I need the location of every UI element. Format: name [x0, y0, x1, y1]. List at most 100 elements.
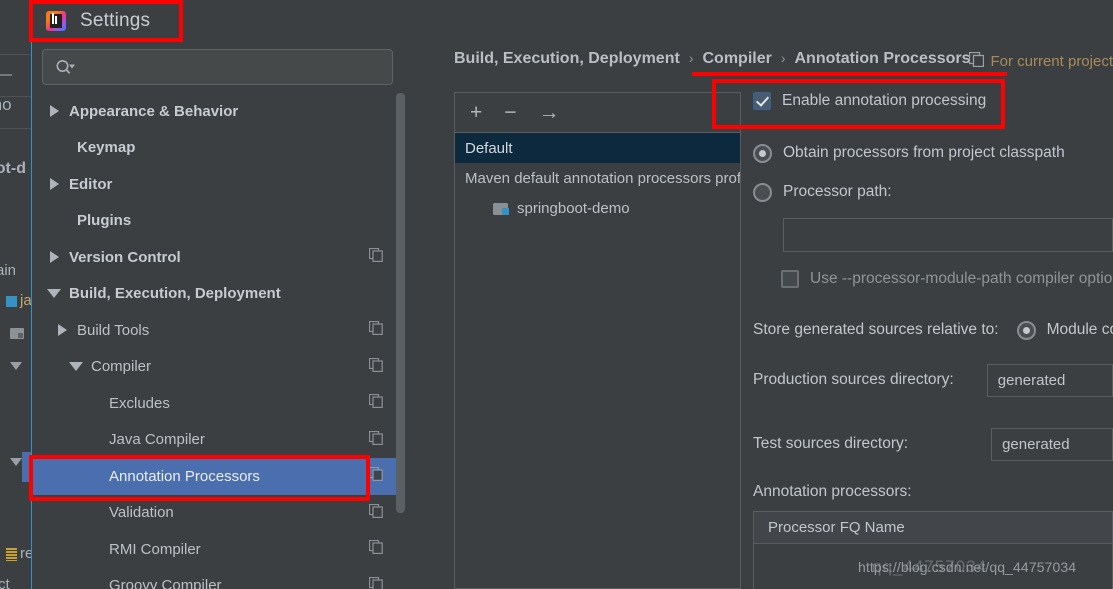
obtain-from-classpath-label: Obtain processors from project classpath [783, 144, 1065, 161]
copy-icon [368, 321, 383, 339]
sidebar-item-rmi-compiler[interactable]: RMI Compiler [32, 531, 405, 568]
use-processor-module-path-checkbox[interactable] [781, 270, 799, 288]
pane-divider[interactable] [405, 41, 415, 589]
breadcrumb-separator-icon: › [780, 50, 786, 66]
sidebar-item-java-compiler[interactable]: Java Compiler [32, 422, 405, 459]
profile-list-item-label: Default [465, 139, 513, 157]
sidebar-item-label: Build Tools [77, 321, 150, 339]
breadcrumb-item-1[interactable]: Compiler [702, 50, 771, 68]
profile-list-item-label: springboot-demo [517, 199, 630, 217]
sidebar-item-label: Plugins [77, 212, 132, 230]
use-processor-module-path-row[interactable]: Use --processor-module-path compiler opt… [781, 264, 1113, 294]
tree-arrow-slot [50, 324, 74, 337]
search-input[interactable] [81, 59, 392, 75]
search-icon [55, 59, 75, 75]
enable-annotation-processing-label: Enable annotation processing [782, 92, 987, 109]
processor-path-input[interactable] [783, 218, 1113, 252]
annotation-processors-table[interactable]: Processor FQ Name [753, 511, 1113, 589]
copy-icon [969, 51, 985, 71]
copy-icon [368, 467, 383, 485]
tree-scrollbar[interactable] [396, 93, 405, 589]
sidebar-item-plugins[interactable]: Plugins [32, 203, 405, 240]
copy-icon [368, 540, 383, 558]
sidebar-item-build-tools[interactable]: Build Tools [32, 312, 405, 349]
tree-arrow-slot [42, 105, 66, 118]
sidebar-item-version-control[interactable]: Version Control [32, 239, 405, 276]
sidebar-item-appearance-behavior[interactable]: Appearance & Behavior [32, 93, 405, 130]
chevron-right-icon[interactable] [49, 178, 59, 191]
obtain-from-classpath-radio[interactable] [753, 143, 772, 163]
tree-scrollbar-thumb[interactable] [396, 93, 405, 513]
sidebar-item-label: Groovy Compiler [109, 577, 222, 589]
profiles-panel: + − → Default Maven default annotation pr… [454, 92, 741, 589]
obtain-from-classpath-row[interactable]: Obtain processors from project classpath [753, 138, 1113, 168]
bg-fragment-ct: ct [0, 576, 10, 589]
chevron-down-icon[interactable] [47, 289, 61, 299]
search-box[interactable] [42, 49, 393, 85]
chevron-right-icon[interactable] [57, 324, 67, 337]
settings-tree: Appearance & Behavior Keymap Editor Plugins… [32, 93, 405, 589]
profile-list-item[interactable]: springboot-demo [455, 193, 740, 223]
profile-list-item-label: Maven default annotation processors prof… [465, 169, 740, 187]
sidebar-item-editor[interactable]: Editor [32, 166, 405, 203]
sidebar-item-groovy-compiler[interactable]: Groovy Compiler [32, 568, 405, 589]
copy-icon [368, 357, 383, 376]
chevron-down-icon[interactable] [69, 362, 83, 372]
annotation-processors-label: Annotation processors: [753, 483, 912, 500]
bg-fragment-boot: oot-d [0, 160, 26, 177]
settings-dialog: Settings Appearance & Behavior Keymap Edit… [32, 0, 1113, 589]
copy-icon [368, 394, 383, 412]
sidebar-item-label: Validation [109, 504, 174, 522]
store-relative-module-label: Module content root [1046, 321, 1113, 338]
processor-path-label: Processor path: [783, 183, 892, 200]
tree-arrow-slot [42, 289, 66, 299]
highlight-underline-breadcrumb [692, 72, 1007, 76]
sidebar-item-compiler[interactable]: Compiler [32, 349, 405, 386]
move-to-profile-button[interactable]: → [539, 102, 560, 123]
processor-fq-name-column-header: Processor FQ Name [754, 512, 1112, 544]
sidebar-item-annotation-processors[interactable]: Annotation Processors [32, 458, 405, 495]
enable-annotation-processing-checkbox[interactable] [753, 92, 771, 110]
processor-path-radio[interactable] [753, 182, 772, 202]
options-column: Enable annotation processing Obtain proc… [753, 86, 1113, 589]
module-icon [493, 202, 509, 215]
sidebar-item-label: Java Compiler [109, 431, 205, 449]
profile-list-item[interactable]: Default [455, 133, 740, 163]
production-sources-input[interactable]: generated [986, 363, 1113, 397]
processor-path-row[interactable]: Processor path: [753, 177, 1113, 207]
content-pane: Build, Execution, Deployment › Compiler … [415, 41, 1113, 589]
profile-list-item[interactable]: Maven default annotation processors prof… [455, 163, 740, 193]
chevron-right-icon[interactable] [49, 105, 59, 118]
tree-arrow-slot [42, 178, 66, 191]
copy-icon [368, 248, 383, 266]
tree-arrow-slot [64, 362, 88, 372]
breadcrumb-separator-icon: › [688, 50, 694, 66]
store-generated-sources-row: Store generated sources relative to: Mod… [753, 315, 1113, 345]
enable-annotation-processing-row[interactable]: Enable annotation processing [753, 86, 1113, 116]
breadcrumb: Build, Execution, Deployment › Compiler … [454, 50, 971, 68]
store-generated-sources-label: Store generated sources relative to: [753, 321, 999, 338]
sidebar-item-validation[interactable]: Validation [32, 495, 405, 532]
breadcrumb-item-0[interactable]: Build, Execution, Deployment [454, 50, 680, 68]
copy-icon [368, 576, 383, 589]
copy-icon [368, 430, 383, 449]
tree-arrow-slot [42, 251, 66, 264]
sidebar-item-label: Compiler [91, 358, 152, 376]
sidebar-item-label: Build, Execution, Deployment [69, 285, 281, 303]
bg-fragment-mo: mo [0, 95, 12, 114]
test-sources-input[interactable]: generated [991, 427, 1113, 461]
sidebar-item-keymap[interactable]: Keymap [32, 130, 405, 167]
sidebar-item-label: Editor [69, 175, 113, 193]
profiles-list: Default Maven default annotation processo… [455, 133, 740, 223]
remove-profile-button[interactable]: − [504, 102, 516, 123]
sidebar-item-excludes[interactable]: Excludes [32, 385, 405, 422]
for-current-project-label[interactable]: For current project [969, 51, 1113, 71]
bg-fragment-ain: ain [0, 262, 17, 279]
add-profile-button[interactable]: + [470, 102, 482, 123]
dialog-titlebar: Settings [32, 0, 1113, 41]
sidebar-item-build-execution-deployment[interactable]: Build, Execution, Deployment [32, 276, 405, 313]
breadcrumb-item-2[interactable]: Annotation Processors [795, 50, 971, 68]
store-relative-module-radio[interactable] [1016, 320, 1036, 340]
chevron-right-icon[interactable] [49, 251, 59, 264]
dialog-title: Settings [80, 9, 151, 31]
